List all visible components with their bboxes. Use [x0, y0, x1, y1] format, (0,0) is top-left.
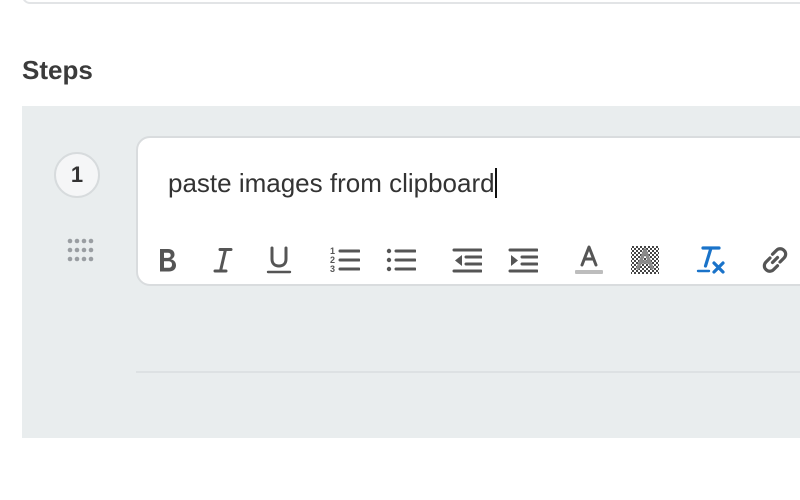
- underline-icon: [266, 246, 292, 274]
- step-text: paste images from clipboard: [168, 168, 495, 198]
- step-number-badge: 1: [54, 152, 100, 198]
- text-caret: [494, 168, 497, 198]
- italic-button[interactable]: [206, 240, 240, 280]
- numbered-list-icon: 1 2 3: [330, 246, 360, 274]
- text-color-button[interactable]: [572, 240, 606, 280]
- indent-icon: [508, 248, 538, 273]
- bold-button[interactable]: [150, 240, 184, 280]
- clear-formatting-icon: [696, 246, 725, 274]
- italic-icon: [213, 248, 233, 273]
- formatting-toolbar: 1 2 3: [138, 240, 800, 280]
- text-color-icon: [575, 245, 603, 274]
- drag-handle-icon[interactable]: [66, 236, 94, 264]
- background-color-icon: [631, 246, 659, 274]
- step-divider: [136, 371, 800, 373]
- link-icon: [762, 247, 788, 273]
- clear-formatting-button[interactable]: [694, 240, 728, 280]
- previous-card-edge: [22, 0, 800, 4]
- numbered-list-button[interactable]: 1 2 3: [328, 240, 362, 280]
- bold-icon: [160, 249, 176, 272]
- svg-text:3: 3: [330, 264, 335, 274]
- underline-button[interactable]: [262, 240, 296, 280]
- link-button[interactable]: [758, 240, 792, 280]
- bulleted-list-icon: [386, 248, 416, 272]
- outdent-icon: [452, 248, 482, 273]
- outdent-button[interactable]: [450, 240, 484, 280]
- step-editor[interactable]: paste images from clipboard 1 2 3: [136, 136, 800, 286]
- step-text-area[interactable]: paste images from clipboard: [168, 168, 497, 198]
- bulleted-list-button[interactable]: [384, 240, 418, 280]
- section-title: Steps: [22, 55, 93, 85]
- steps-panel: 1 paste images from clipboard 1 2 3: [22, 106, 800, 438]
- indent-button[interactable]: [506, 240, 540, 280]
- background-color-button[interactable]: [628, 240, 662, 280]
